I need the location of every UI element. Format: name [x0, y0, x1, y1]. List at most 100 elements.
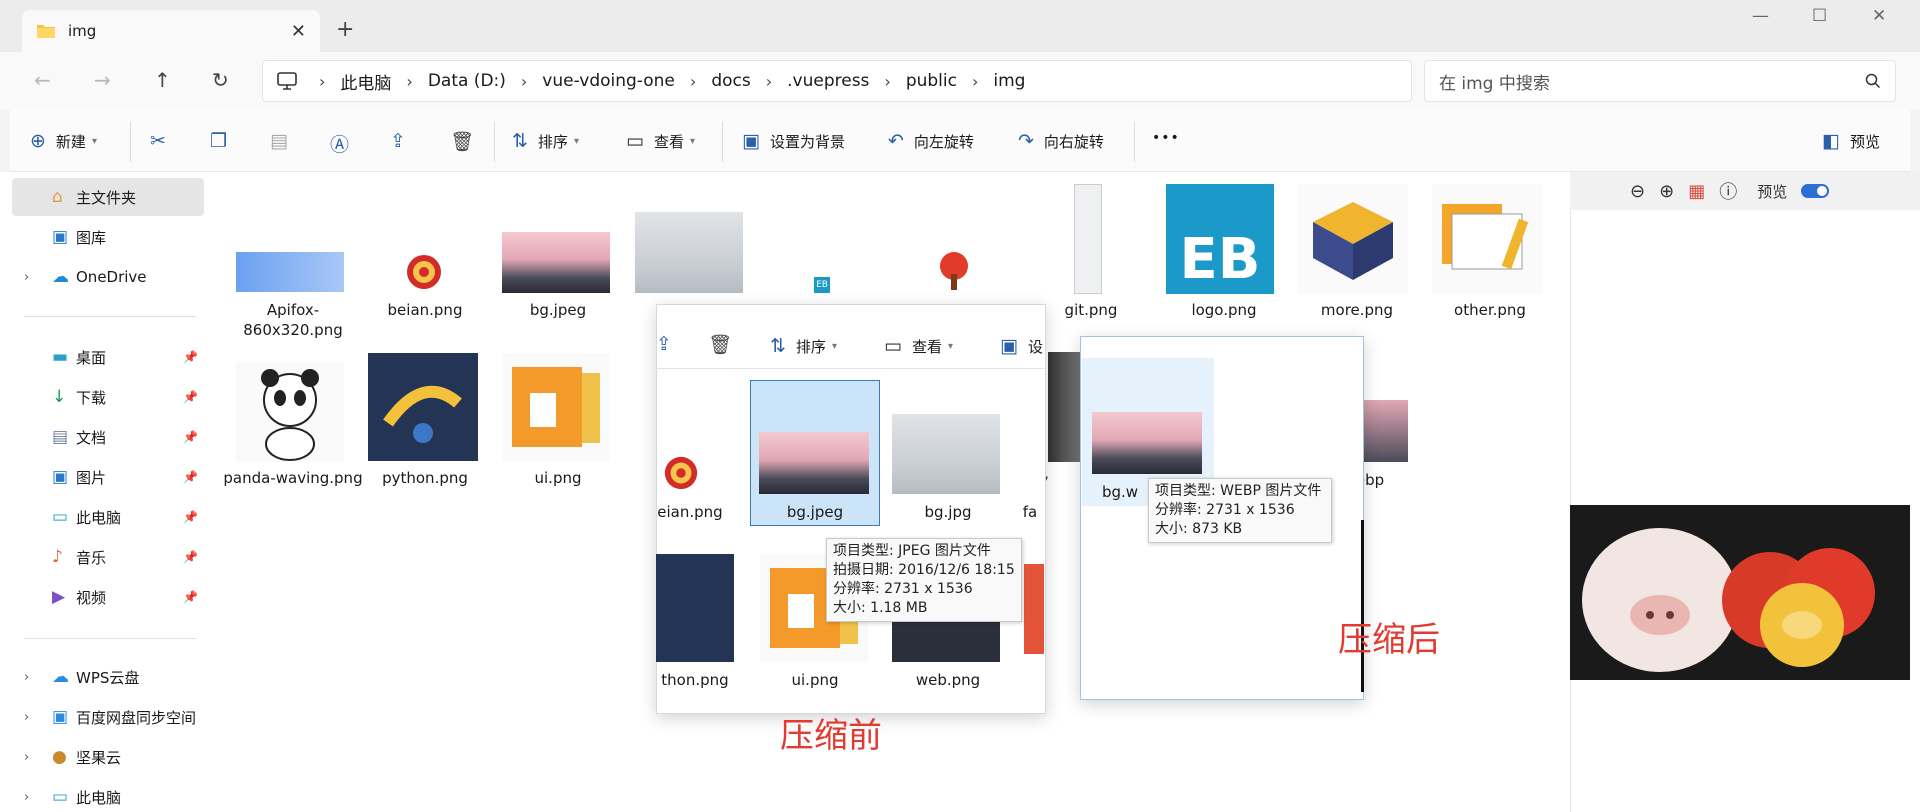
- file-name[interactable]: eian.png: [650, 502, 730, 522]
- view-button[interactable]: ▭ 查看 ▾: [884, 335, 953, 357]
- back-button[interactable]: ←: [34, 68, 51, 92]
- file-name[interactable]: thon.png: [650, 670, 740, 690]
- sidebar-item-this-pc[interactable]: ▭ 此电脑 📌: [12, 498, 204, 536]
- sidebar-item-downloads[interactable]: ↓ 下载 📌: [12, 378, 204, 416]
- file-thumbnail-other[interactable]: [1432, 184, 1542, 294]
- search-box[interactable]: 在 img 中搜索: [1424, 60, 1896, 102]
- file-name[interactable]: ui.png: [745, 670, 885, 690]
- file-thumbnail-webp-partial[interactable]: [1364, 400, 1408, 462]
- chevron-right-icon[interactable]: ›: [24, 710, 29, 725]
- sidebar-item-baidu-sync[interactable]: › ▣ 百度网盘同步空间: [12, 698, 204, 736]
- sidebar-item-nutstore[interactable]: › ● 坚果云: [12, 738, 204, 776]
- forward-button[interactable]: →: [94, 68, 111, 92]
- file-thumbnail-bg-jpeg[interactable]: [502, 232, 610, 293]
- file-thumbnail-bg-webp[interactable]: [1092, 412, 1202, 474]
- maximize-button[interactable]: ☐: [1812, 6, 1827, 26]
- file-thumbnail-beian[interactable]: [404, 252, 444, 292]
- sidebar-item-this-pc-2[interactable]: › ▭ 此电脑: [12, 778, 204, 812]
- share-button[interactable]: ⇪: [390, 130, 416, 152]
- file-thumbnail-git[interactable]: [1074, 184, 1102, 294]
- preview-pane-button[interactable]: ◧ 预览: [1822, 130, 1880, 152]
- zoom-out-icon[interactable]: ⊖: [1630, 181, 1645, 202]
- file-name[interactable]: bg.jpg: [878, 502, 1018, 522]
- file-thumbnail-logo[interactable]: EB: [1166, 184, 1274, 294]
- file-name[interactable]: logo.png: [1154, 300, 1294, 320]
- set-background-button[interactable]: ▣ 设置为背景: [742, 130, 845, 152]
- file-name[interactable]: web.png: [878, 670, 1018, 690]
- breadcrumb-item[interactable]: public: [906, 71, 957, 91]
- breadcrumb-item[interactable]: .vuepress: [787, 71, 869, 91]
- share-button[interactable]: ⇪: [656, 333, 682, 355]
- sidebar-item-videos[interactable]: ▶ 视频 📌: [12, 578, 204, 616]
- file-name[interactable]: other.png: [1420, 300, 1560, 320]
- file-thumbnail-red-tree[interactable]: [931, 248, 977, 294]
- rotate-right-button[interactable]: ↷ 向右旋转: [1018, 130, 1104, 152]
- file-name[interactable]: ui.png: [488, 468, 628, 488]
- chevron-right-icon[interactable]: ›: [24, 670, 29, 685]
- file-name[interactable]: bg.jpeg: [488, 300, 628, 320]
- file-thumbnail-beian[interactable]: [662, 454, 700, 492]
- help-icon[interactable]: ⓘ: [1719, 178, 1737, 204]
- file-thumbnail-bg-jpeg[interactable]: [759, 432, 869, 494]
- preview-toggle[interactable]: [1801, 184, 1830, 198]
- chevron-right-icon[interactable]: ›: [24, 790, 29, 805]
- sort-button[interactable]: ⇅ 排序 ▾: [770, 335, 837, 357]
- breadcrumb-item[interactable]: Data (D:): [428, 71, 506, 91]
- close-window-button[interactable]: ✕: [1872, 6, 1886, 26]
- rotate-left-button[interactable]: ↶ 向左旋转: [888, 130, 974, 152]
- apps-icon[interactable]: ▦: [1688, 181, 1705, 202]
- file-thumbnail-bg-jpg[interactable]: [635, 212, 743, 293]
- file-thumbnail-panda[interactable]: [236, 362, 344, 462]
- new-tab-button[interactable]: +: [336, 17, 354, 42]
- file-name[interactable]: bg.jpeg: [745, 502, 885, 522]
- minimize-button[interactable]: —: [1752, 6, 1769, 26]
- search-input[interactable]: 在 img 中搜索: [1439, 69, 1865, 94]
- sidebar-item-pictures[interactable]: ▣ 图片 📌: [12, 458, 204, 496]
- sidebar-item-home[interactable]: ⌂ 主文件夹: [12, 178, 204, 216]
- sidebar-item-gallery[interactable]: ▣ 图库: [12, 218, 204, 256]
- sidebar-item-music[interactable]: ♪ 音乐 📌: [12, 538, 204, 576]
- file-thumbnail-python[interactable]: [368, 353, 478, 461]
- breadcrumb-item[interactable]: img: [993, 71, 1025, 91]
- set-background-button[interactable]: ▣ 设: [1000, 335, 1043, 357]
- file-name[interactable]: fa: [1020, 502, 1040, 522]
- paste-button[interactable]: ▤: [270, 130, 298, 152]
- sidebar-item-desktop[interactable]: ▬ 桌面 📌: [12, 338, 204, 376]
- sort-button[interactable]: ⇅ 排序 ▾: [512, 130, 579, 152]
- file-name[interactable]: beian.png: [355, 300, 495, 320]
- copy-button[interactable]: ❐: [210, 130, 237, 152]
- tab-close-icon[interactable]: ✕: [291, 21, 306, 42]
- sidebar-item-wps-cloud[interactable]: › ☁ WPS云盘: [12, 658, 204, 696]
- breadcrumb-item[interactable]: docs: [711, 71, 750, 91]
- zoom-in-icon[interactable]: ⊕: [1659, 181, 1674, 202]
- chevron-right-icon[interactable]: ›: [24, 270, 29, 285]
- rename-button[interactable]: Ⓐ: [330, 130, 359, 157]
- file-name[interactable]: Apifox-860x320.png: [223, 300, 363, 340]
- file-thumbnail-apifox[interactable]: [236, 252, 344, 292]
- delete-button[interactable]: 🗑: [450, 130, 484, 153]
- more-options-button[interactable]: •••: [1152, 130, 1180, 146]
- delete-button[interactable]: 🗑: [708, 333, 742, 356]
- breadcrumb-item[interactable]: vue-vdoing-one: [542, 71, 675, 91]
- tab-img[interactable]: img ✕: [22, 10, 320, 52]
- file-thumbnail-partial[interactable]: [1024, 564, 1044, 654]
- file-thumbnail-ui[interactable]: [502, 353, 610, 461]
- file-name[interactable]: python.png: [355, 468, 495, 488]
- file-thumbnail-bg-jpg[interactable]: [892, 414, 1000, 494]
- refresh-button[interactable]: ↻: [212, 68, 229, 92]
- file-thumbnail-more[interactable]: [1298, 184, 1408, 294]
- address-bar[interactable]: › 此电脑 › Data (D:) › vue-vdoing-one › doc…: [262, 60, 1412, 102]
- view-button[interactable]: ▭ 查看 ▾: [626, 130, 695, 152]
- chevron-right-icon[interactable]: ›: [24, 750, 29, 765]
- cut-button[interactable]: ✂: [150, 130, 176, 152]
- scrollbar[interactable]: [1361, 520, 1364, 692]
- new-button[interactable]: ⊕ 新建 ▾: [30, 130, 97, 152]
- sidebar-item-onedrive[interactable]: › ☁ OneDrive: [12, 258, 204, 296]
- file-thumbnail-xyy-partial[interactable]: [1048, 352, 1082, 462]
- file-name[interactable]: more.png: [1287, 300, 1427, 320]
- up-button[interactable]: ↑: [154, 68, 171, 92]
- file-name[interactable]: bg.w: [1100, 482, 1140, 502]
- file-thumbnail-favicon[interactable]: EB: [814, 277, 830, 293]
- breadcrumb-item[interactable]: 此电脑: [340, 69, 391, 94]
- sidebar-item-documents[interactable]: ▤ 文档 📌: [12, 418, 204, 456]
